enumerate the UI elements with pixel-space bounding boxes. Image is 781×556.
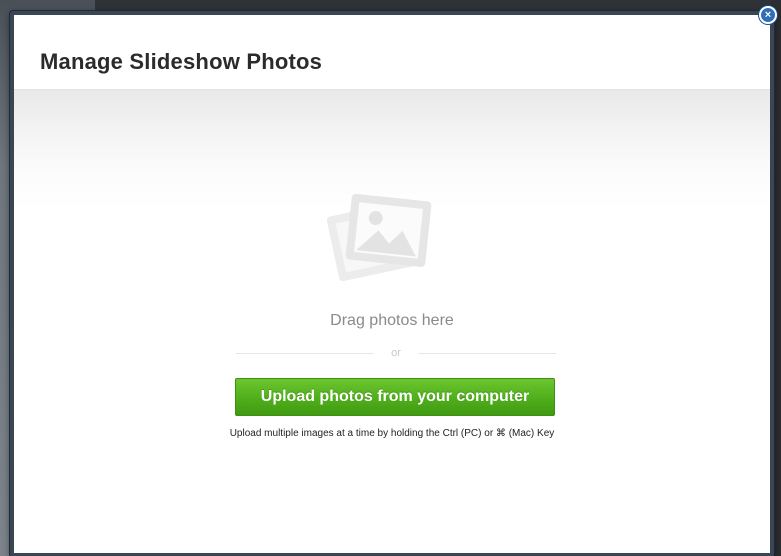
close-icon[interactable]: × <box>759 6 777 24</box>
multi-upload-hint: Upload multiple images at a time by hold… <box>229 428 555 439</box>
or-divider-line-right <box>418 353 556 354</box>
photo-drop-zone[interactable]: Drag photos here or Upload photos from y… <box>14 90 770 553</box>
manage-slideshow-modal: Manage Slideshow Photos Drag photos here… <box>10 11 774 556</box>
modal-header: Manage Slideshow Photos <box>14 15 770 90</box>
modal-title: Manage Slideshow Photos <box>40 49 323 74</box>
or-divider: or <box>236 346 556 360</box>
upload-photos-button[interactable]: Upload photos from your computer <box>235 378 555 416</box>
photo-stack-icon <box>326 193 432 282</box>
drag-photos-label: Drag photos here <box>330 312 454 329</box>
